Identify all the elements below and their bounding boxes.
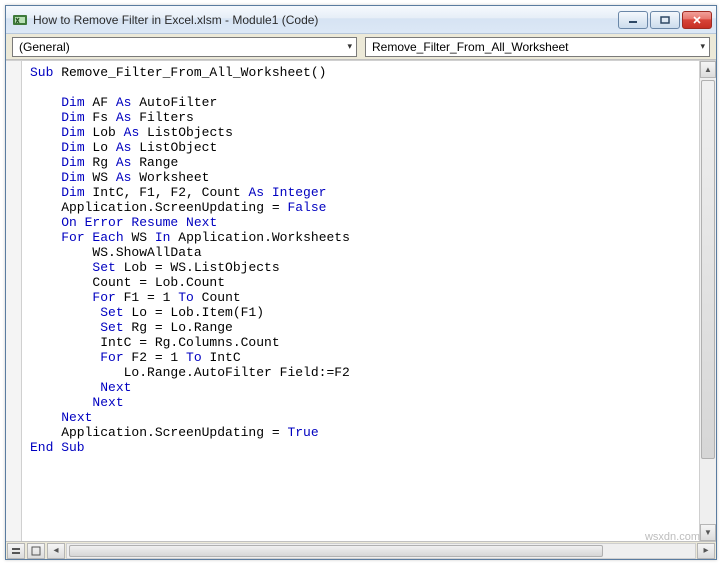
full-module-view-button[interactable]: [27, 543, 45, 559]
window-controls: [616, 11, 712, 29]
window-title: How to Remove Filter in Excel.xlsm - Mod…: [33, 13, 616, 27]
horizontal-scrollbar[interactable]: [66, 543, 696, 559]
scroll-left-button[interactable]: ◂: [47, 543, 65, 559]
scroll-thumb[interactable]: [701, 80, 715, 459]
margin-indicator-bar[interactable]: [6, 61, 22, 541]
procedure-view-button[interactable]: [7, 543, 25, 559]
maximize-button[interactable]: [650, 11, 680, 29]
code-pane: Sub Remove_Filter_From_All_Worksheet() D…: [6, 60, 716, 541]
procedure-dropdown[interactable]: Remove_Filter_From_All_Worksheet ▾: [365, 37, 710, 57]
scroll-track[interactable]: [700, 78, 716, 524]
object-dropdown-value: (General): [19, 40, 347, 54]
scroll-up-button[interactable]: ▲: [700, 61, 716, 78]
scroll-thumb[interactable]: [69, 545, 603, 557]
code-window: How to Remove Filter in Excel.xlsm - Mod…: [5, 5, 717, 560]
bottom-bar: ◂ ▸: [6, 541, 716, 559]
scroll-right-button[interactable]: ▸: [697, 543, 715, 559]
titlebar[interactable]: How to Remove Filter in Excel.xlsm - Mod…: [6, 6, 716, 34]
code-editor[interactable]: Sub Remove_Filter_From_All_Worksheet() D…: [22, 61, 699, 541]
chevron-down-icon: ▾: [347, 41, 352, 52]
close-button[interactable]: [682, 11, 712, 29]
scroll-down-button[interactable]: ▼: [700, 524, 716, 541]
object-procedure-bar: (General) ▾ Remove_Filter_From_All_Works…: [6, 34, 716, 60]
vertical-scrollbar[interactable]: ▲ ▼: [699, 61, 716, 541]
minimize-button[interactable]: [618, 11, 648, 29]
object-dropdown[interactable]: (General) ▾: [12, 37, 357, 57]
procedure-dropdown-value: Remove_Filter_From_All_Worksheet: [372, 40, 700, 54]
watermark: wsxdn.com: [645, 531, 700, 543]
chevron-down-icon: ▾: [700, 41, 705, 52]
app-icon: [12, 12, 28, 28]
